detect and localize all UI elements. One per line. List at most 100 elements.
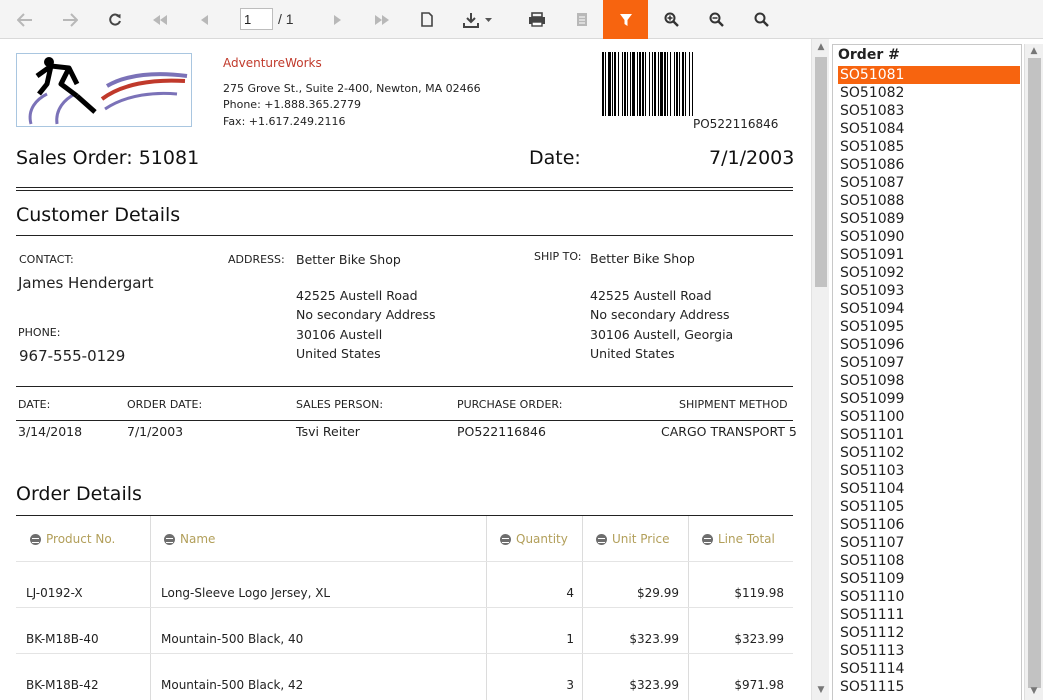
column-header-unit-price[interactable]: Unit Price (596, 516, 670, 562)
order-list-item[interactable]: SO51102 (838, 444, 1020, 462)
order-list-item[interactable]: SO51085 (838, 138, 1020, 156)
column-header-quantity[interactable]: Quantity (500, 516, 568, 562)
order-list-item[interactable]: SO51081 (838, 66, 1020, 84)
next-page-icon[interactable] (324, 0, 350, 39)
column-header-label: Name (180, 532, 216, 546)
order-list-item[interactable]: SO51096 (838, 336, 1020, 354)
cell-quantity: 4 (566, 586, 574, 600)
date-label: Date: (529, 147, 581, 169)
scroll-down-icon[interactable]: ▼ (1029, 686, 1039, 696)
first-page-icon[interactable] (147, 0, 173, 39)
order-list-item[interactable]: SO51093 (838, 282, 1020, 300)
cell-unit-price: $29.99 (637, 586, 679, 600)
order-list-item[interactable]: SO51105 (838, 498, 1020, 516)
company-name: AdventureWorks (223, 56, 322, 70)
info-value-shipment-method: CARGO TRANSPORT 5 (661, 424, 797, 439)
ship-to-name: Better Bike Shop (590, 251, 695, 266)
sort-icon (500, 533, 511, 545)
report-toolbar: / 1 (0, 0, 1043, 39)
order-list-item[interactable]: SO51109 (838, 570, 1020, 588)
document-icon[interactable] (414, 0, 440, 39)
print-icon[interactable] (524, 0, 550, 39)
order-list-header: Order # (838, 47, 900, 63)
order-list-item[interactable]: SO51094 (838, 300, 1020, 318)
order-details-title: Order Details (16, 483, 142, 505)
column-header-line-total[interactable]: Line Total (702, 516, 775, 562)
order-list-item[interactable]: SO51103 (838, 462, 1020, 480)
order-list-item[interactable]: SO51108 (838, 552, 1020, 570)
order-list-scrollbar[interactable]: ▲ ▼ (1024, 44, 1043, 700)
cell-name: Mountain-500 Black, 42 (161, 678, 304, 692)
row-divider (16, 561, 793, 562)
order-list-item[interactable]: SO51098 (838, 372, 1020, 390)
order-list-item[interactable]: SO51106 (838, 516, 1020, 534)
scroll-down-icon[interactable]: ▼ (816, 685, 826, 695)
ship-to-line1: 42525 Austell Road (590, 288, 712, 303)
report-page: AdventureWorks 275 Grove St., Suite 2-40… (0, 39, 811, 700)
scroll-up-icon[interactable]: ▲ (1029, 46, 1039, 56)
info-header-order-date: ORDER DATE: (127, 398, 203, 411)
print-page-icon[interactable] (569, 0, 595, 39)
order-list-item[interactable]: SO51086 (838, 156, 1020, 174)
forward-icon[interactable] (57, 0, 83, 39)
column-header-product-no[interactable]: Product No. (30, 516, 115, 562)
order-list-item[interactable]: SO51091 (838, 246, 1020, 264)
order-number-list[interactable]: Order # SO51081 SO51082 SO51083 SO51084 SO51… (832, 44, 1022, 700)
cell-product-no: BK-M18B-42 (26, 678, 99, 692)
ship-to-line2: No secondary Address (590, 307, 730, 322)
column-header-label: Product No. (46, 532, 116, 546)
row-divider (16, 653, 793, 654)
order-list-item[interactable]: SO51113 (838, 642, 1020, 660)
order-list-item[interactable]: SO51111 (838, 606, 1020, 624)
order-list-item[interactable]: SO51115 (838, 678, 1020, 696)
report-viewer[interactable]: AdventureWorks 275 Grove St., Suite 2-40… (0, 39, 829, 700)
column-divider (582, 516, 583, 700)
contact-name: James Hendergart (18, 274, 154, 292)
sort-icon (164, 533, 175, 545)
refresh-icon[interactable] (102, 0, 128, 39)
search-icon[interactable] (748, 0, 774, 39)
order-list-item[interactable]: SO51084 (838, 120, 1020, 138)
order-list-item[interactable]: SO51083 (838, 102, 1020, 120)
order-list-item[interactable]: SO51114 (838, 660, 1020, 678)
date-value: 7/1/2003 (709, 147, 795, 169)
order-list-item[interactable]: SO51112 (838, 624, 1020, 642)
column-header-name[interactable]: Name (164, 516, 215, 562)
zoom-in-icon[interactable] (658, 0, 684, 39)
order-list-item[interactable]: SO51088 (838, 192, 1020, 210)
info-header-shipment-method: SHIPMENT METHOD (679, 398, 788, 411)
order-list-item[interactable]: SO51100 (838, 408, 1020, 426)
order-list-item[interactable]: SO51087 (838, 174, 1020, 192)
order-list-item[interactable]: SO51097 (838, 354, 1020, 372)
sort-icon (596, 533, 607, 545)
order-list-item[interactable]: SO51099 (838, 390, 1020, 408)
info-header-sales-person: SALES PERSON: (296, 398, 384, 411)
order-list-item[interactable]: SO51082 (838, 84, 1020, 102)
info-value-order-date: 7/1/2003 (127, 424, 184, 439)
info-value-sales-person: Tsvi Reiter (296, 424, 360, 439)
order-list-item[interactable]: SO51090 (838, 228, 1020, 246)
company-address: 275 Grove St., Suite 2-400, Newton, MA 0… (223, 82, 481, 95)
order-list-item[interactable]: SO51101 (838, 426, 1020, 444)
report-scrollbar[interactable]: ▲ ▼ (811, 39, 829, 700)
export-icon[interactable] (458, 0, 498, 39)
zoom-out-icon[interactable] (703, 0, 729, 39)
order-list-item[interactable]: SO51092 (838, 264, 1020, 282)
phone-label: PHONE: (18, 326, 61, 339)
back-icon[interactable] (12, 0, 38, 39)
last-page-icon[interactable] (369, 0, 395, 39)
scrollbar-thumb[interactable] (1028, 58, 1041, 688)
contact-label: CONTACT: (19, 253, 74, 266)
scrollbar-thumb[interactable] (815, 57, 827, 287)
filter-icon[interactable] (603, 0, 648, 39)
prev-page-icon[interactable] (192, 0, 218, 39)
scroll-up-icon[interactable]: ▲ (816, 42, 826, 52)
cell-line-total: $119.98 (734, 586, 784, 600)
order-list-item[interactable]: SO51104 (838, 480, 1020, 498)
order-list-item[interactable]: SO51110 (838, 588, 1020, 606)
order-list-item[interactable]: SO51095 (838, 318, 1020, 336)
page-number-input[interactable] (240, 8, 273, 30)
order-list-item[interactable]: SO51089 (838, 210, 1020, 228)
ship-to-label: SHIP TO: (534, 250, 582, 263)
order-list-item[interactable]: SO51107 (838, 534, 1020, 552)
